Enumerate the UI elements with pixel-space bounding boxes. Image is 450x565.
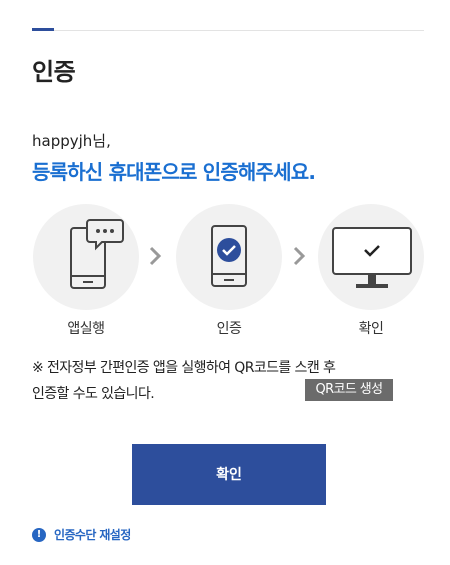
confirm-button[interactable]: 확인 xyxy=(132,444,326,505)
step-app-launch xyxy=(33,204,139,310)
reset-auth-method-link[interactable]: ! 인증수단 재설정 xyxy=(32,526,131,543)
monitor-check-icon xyxy=(332,227,412,288)
qr-notice-line1: ※ 전자정부 간편인증 앱을 실행하여 QR코드를 스캔 후 xyxy=(32,360,336,376)
page-title: 인증 xyxy=(32,58,76,86)
step-label-confirm: 확인 xyxy=(358,321,384,337)
step-label-app-launch: 앱실행 xyxy=(67,321,105,337)
info-icon: ! xyxy=(32,527,46,542)
auth-headline: 등록하신 휴대폰으로 인증해주세요. xyxy=(32,160,316,184)
user-greeting: happyjh님, xyxy=(32,132,111,150)
top-divider xyxy=(32,30,424,31)
chevron-right-icon xyxy=(293,246,306,266)
reset-link-label: 인증수단 재설정 xyxy=(54,528,131,542)
chevron-right-icon xyxy=(149,246,162,266)
step-confirm xyxy=(318,204,424,310)
phone-check-icon xyxy=(211,225,247,287)
step-authenticate xyxy=(176,204,282,310)
step-label-authenticate: 인증 xyxy=(216,321,242,337)
qr-generate-button[interactable]: QR코드 생성 xyxy=(305,379,393,401)
title-accent-bar xyxy=(32,28,54,31)
phone-chat-icon xyxy=(70,219,124,289)
